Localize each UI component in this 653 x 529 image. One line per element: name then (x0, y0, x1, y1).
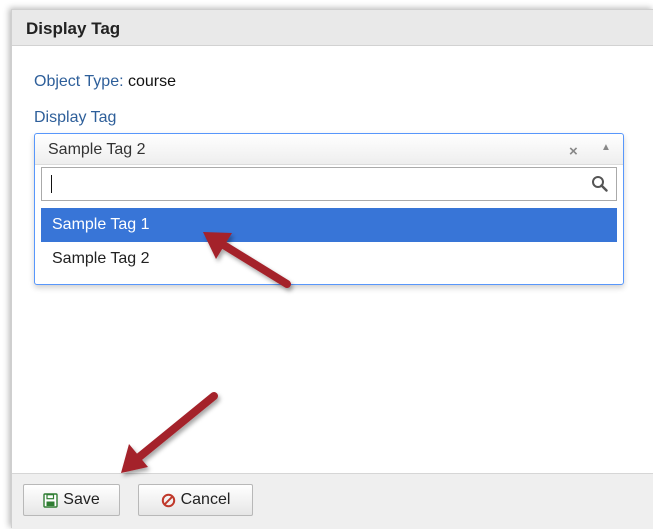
cancel-label: Cancel (180, 491, 231, 508)
tag-option-1[interactable]: Sample Tag 1 (41, 208, 617, 242)
selected-tag-text: Sample Tag 2 (48, 141, 146, 158)
dropdown-arrow-up-icon[interactable]: ▲ (601, 142, 611, 153)
tag-options-list: Sample Tag 1 Sample Tag 2 (41, 208, 617, 276)
search-icon (592, 176, 608, 192)
save-label: Save (63, 491, 100, 508)
display-tag-dialog: Display Tag Object Type: course Display … (11, 9, 653, 529)
object-type-value: course (127, 73, 177, 90)
object-type-row: Object Type: course (34, 73, 176, 91)
cancel-button[interactable]: Cancel (138, 484, 253, 516)
save-button[interactable]: Save (23, 484, 120, 516)
floppy-disk-icon (43, 492, 58, 508)
dialog-titlebar: Display Tag (12, 10, 653, 46)
prohibited-icon (161, 493, 175, 507)
tag-option-2[interactable]: Sample Tag 2 (41, 242, 617, 276)
dialog-footer: Save Cancel (12, 473, 653, 529)
dialog-title: Display Tag (26, 19, 121, 38)
clear-selection-icon[interactable]: × (569, 143, 578, 160)
display-tag-select[interactable]: Sample Tag 2 × ▲ Sample Tag 1 Sample Tag… (34, 133, 624, 285)
object-type-label: Object Type: (34, 73, 124, 90)
text-cursor (51, 175, 52, 193)
display-tag-label: Display Tag (34, 109, 117, 126)
select-current-value[interactable]: Sample Tag 2 × ▲ (35, 134, 623, 165)
tag-search-input[interactable] (41, 167, 617, 201)
